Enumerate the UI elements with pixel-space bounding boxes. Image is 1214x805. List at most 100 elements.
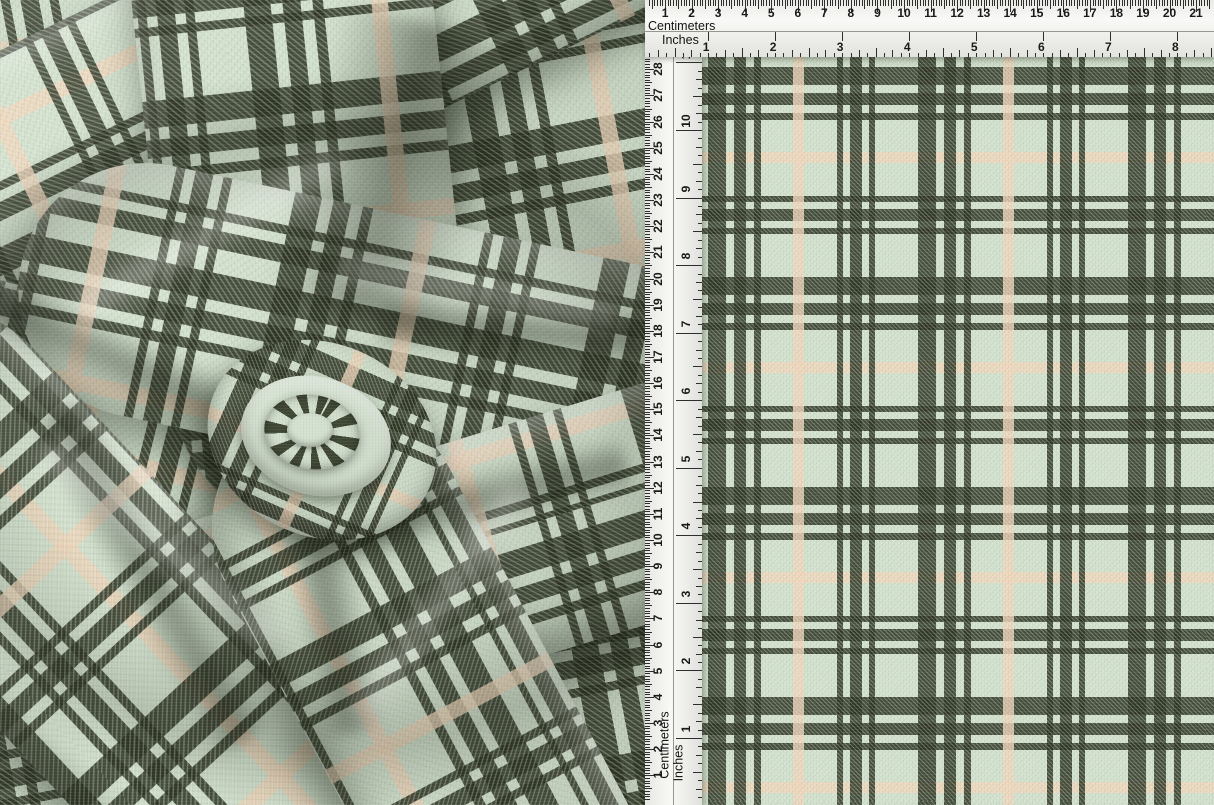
cm-tick	[645, 647, 650, 648]
cm-tick	[645, 422, 652, 423]
cm-number: 25	[652, 136, 664, 160]
inch-tick	[809, 48, 810, 58]
cm-tick	[645, 341, 650, 342]
cm-tick	[645, 375, 650, 376]
cm-tick	[645, 433, 650, 434]
cm-tick	[832, 0, 833, 6]
cm-tick	[645, 336, 650, 337]
inch-tick	[1010, 48, 1011, 58]
inch-tick	[698, 476, 703, 477]
cm-tick	[1175, 0, 1176, 6]
cm-tick	[777, 0, 778, 6]
cm-tick	[779, 0, 780, 6]
inch-tick	[742, 48, 743, 58]
cm-tick	[989, 0, 990, 6]
cm-tick	[734, 0, 735, 6]
inch-number: 7	[1098, 41, 1118, 53]
scrunched-fabric-photo	[0, 0, 645, 805]
cm-tick	[645, 143, 650, 144]
cm-number: 20	[652, 267, 664, 291]
cm-tick	[645, 255, 650, 256]
cm-tick	[747, 0, 748, 6]
cm-tick	[742, 0, 743, 6]
cm-tick	[1055, 0, 1056, 6]
cm-tick	[645, 101, 650, 102]
vertical-ruler: Centimeters Inches 123456789101112131415…	[645, 57, 702, 805]
cm-tick	[645, 320, 650, 321]
cm-tick	[645, 289, 650, 290]
cm-tick	[645, 550, 650, 551]
cm-tick	[994, 0, 995, 6]
cm-tick	[645, 702, 650, 703]
cm-tick	[645, 608, 650, 609]
cm-number: 6	[652, 633, 664, 657]
cm-number: 15	[1027, 7, 1047, 19]
inch-tick	[884, 53, 885, 58]
cm-number: 12	[947, 7, 967, 19]
cm-tick	[705, 0, 706, 9]
swirl-core	[287, 413, 333, 447]
cm-tick	[702, 0, 703, 6]
cm-tick	[645, 64, 650, 65]
inch-tick	[733, 53, 734, 58]
cm-number: 9	[652, 554, 664, 578]
inch-tick	[649, 53, 650, 58]
cm-tick	[1045, 0, 1046, 6]
cm-tick	[846, 0, 847, 6]
cm-tick	[645, 242, 650, 243]
cm-tick	[1026, 0, 1027, 6]
cm-tick	[678, 0, 679, 9]
cm-tick	[689, 0, 690, 6]
inch-number: 4	[897, 41, 917, 53]
cm-number: 16	[1053, 7, 1073, 19]
cm-tick	[645, 718, 650, 719]
cm-tick	[997, 0, 998, 9]
cm-tick	[645, 137, 650, 138]
cm-tick	[1164, 0, 1165, 6]
inch-tick	[968, 53, 969, 58]
cm-tick	[645, 760, 650, 761]
cm-tick	[645, 425, 650, 426]
cm-tick	[645, 72, 650, 73]
cm-tick	[645, 417, 650, 418]
cm-number: 7	[814, 7, 834, 19]
cm-tick	[1148, 0, 1149, 6]
cm-tick	[645, 516, 650, 517]
cm-tick	[645, 271, 650, 272]
cm-tick	[645, 153, 650, 154]
cm-tick	[660, 0, 661, 6]
cm-tick	[787, 0, 788, 6]
cm-tick	[645, 655, 650, 656]
cm-number: 16	[652, 371, 664, 395]
cm-number: 13	[974, 7, 994, 19]
cm-tick	[848, 0, 849, 6]
inch-tick	[658, 50, 659, 57]
cm-tick	[645, 747, 650, 748]
cm-tick	[645, 441, 650, 442]
cm-tick	[1077, 0, 1078, 9]
inch-tick	[696, 687, 703, 688]
cm-tick	[1209, 0, 1210, 9]
cm-tick	[645, 250, 650, 251]
cm-tick	[645, 710, 652, 711]
inch-tick	[698, 240, 703, 241]
inch-tick	[698, 172, 703, 173]
inch-tick	[693, 434, 702, 435]
cm-tick	[645, 668, 650, 669]
cm-tick	[726, 0, 727, 6]
inch-tick	[698, 797, 703, 798]
cm-tick	[782, 0, 783, 6]
inch-tick	[698, 223, 703, 224]
cm-tick	[645, 354, 650, 355]
inch-tick	[1152, 53, 1153, 58]
cm-tick	[645, 472, 650, 473]
cm-tick	[668, 0, 669, 6]
cm-tick	[1079, 0, 1080, 6]
inch-tick	[698, 88, 703, 89]
cm-tick	[888, 0, 889, 6]
inch-tick	[698, 561, 703, 562]
cm-tick	[1124, 0, 1125, 6]
cm-tick	[1146, 0, 1147, 6]
cm-tick	[891, 0, 892, 9]
cm-tick	[1185, 0, 1186, 6]
